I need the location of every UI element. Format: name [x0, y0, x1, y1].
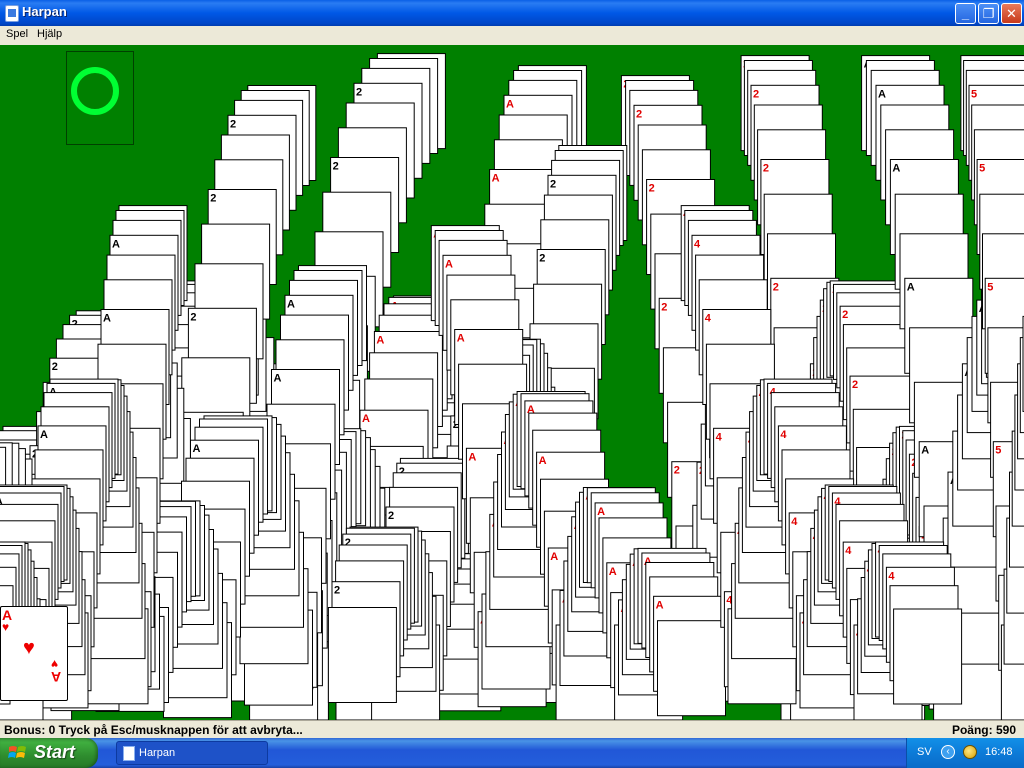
- card-rank-mark: A: [506, 98, 514, 110]
- heart-icon: ♥: [2, 620, 10, 634]
- minimize-button[interactable]: _: [955, 3, 976, 24]
- menu-hjalp[interactable]: Hjälp: [37, 28, 62, 40]
- card-rank-mark: 4: [791, 516, 798, 528]
- card-rank-mark: A: [921, 445, 929, 457]
- card-rank-mark: 4: [845, 545, 852, 557]
- card-rank-mark: 2: [773, 281, 779, 293]
- card-rank-mark: A: [892, 163, 900, 175]
- card-rank-mark: A: [656, 599, 664, 611]
- card-trail-segment: [893, 608, 963, 705]
- card-rank-mark: 5: [987, 281, 993, 293]
- card-rank-mark: A: [287, 298, 295, 310]
- card-rank-mark: 5: [971, 88, 977, 100]
- menu-spel[interactable]: Spel: [6, 28, 28, 40]
- card-rank-mark: A: [468, 451, 476, 463]
- card-rank-mark: 2: [388, 510, 394, 522]
- start-button[interactable]: Start: [0, 738, 98, 768]
- score: Poäng: 590: [951, 723, 1016, 737]
- card-trail-segment: [657, 620, 726, 717]
- card-rank-mark: 4: [888, 570, 895, 582]
- system-tray: SV ‹ 16:48: [906, 738, 1024, 768]
- card-rank-mark: A: [445, 258, 453, 270]
- card-rank-mark: A: [550, 551, 558, 563]
- status-bar: Bonus: 0 Tryck på Esc/musknappen för att…: [0, 720, 1024, 739]
- card-rank-mark: 2: [334, 585, 340, 597]
- card-rank-mark: 2: [842, 309, 848, 321]
- card-trail-segment: [327, 607, 397, 703]
- card-rank-mark: A: [193, 443, 201, 455]
- bonus-status: Bonus: 0 Tryck på Esc/musknappen för att…: [4, 723, 303, 737]
- window-title: Harpan: [22, 4, 67, 19]
- card-rank-mark: A: [40, 429, 48, 441]
- app-icon: [123, 746, 135, 761]
- menu-bar: Spel Hjälp: [0, 26, 1024, 45]
- card-rank-mark: 2: [636, 108, 642, 120]
- card-rank-mark: 4: [716, 431, 723, 443]
- windows-logo-icon: [8, 746, 26, 758]
- bouncing-card: A ♥ ♥ ♥ A: [0, 606, 68, 701]
- card-rank-mark: 2: [190, 311, 196, 323]
- card-rank-mark: 4: [705, 313, 712, 325]
- taskbar-item-label: Harpan: [139, 747, 176, 759]
- language-indicator[interactable]: SV: [917, 746, 932, 758]
- card-rank-mark: 4: [780, 429, 787, 441]
- card-rank-mark: A: [362, 413, 370, 425]
- globe-icon[interactable]: [963, 745, 977, 759]
- card-rank-mark: 2: [852, 379, 858, 391]
- card-rank-mark: A: [597, 506, 605, 518]
- card-rank-mark: 2: [661, 301, 667, 313]
- card-rank-mark: A: [609, 566, 617, 578]
- card-rank-mark: 5: [995, 445, 1001, 457]
- close-button[interactable]: ✕: [1001, 3, 1022, 24]
- game-board[interactable]: 222222222222222222222222222222222222AAAA…: [0, 45, 1024, 720]
- card-rank-mark: 2: [763, 163, 769, 175]
- card-rank-bottom: A: [51, 669, 62, 685]
- card-rank-mark: A: [907, 281, 915, 293]
- taskbar-item-harpan[interactable]: Harpan: [116, 741, 268, 765]
- title-bar[interactable]: Harpan _ ❐ ✕: [0, 0, 1024, 26]
- card-rank-mark: 2: [753, 88, 759, 100]
- bouncing-cards-trails: 222222222222222222222222222222222222AAAA…: [0, 53, 1024, 720]
- card-rank-mark: 2: [550, 178, 556, 190]
- card-rank-mark: 5: [979, 163, 985, 175]
- card-rank-mark: A: [274, 373, 282, 385]
- card-rank-mark: 2: [649, 183, 655, 195]
- card-rank-mark: 2: [52, 361, 58, 373]
- card-rank-mark: 2: [674, 465, 680, 477]
- card-rank-mark: A: [878, 88, 886, 100]
- card-rank-mark: A: [112, 238, 120, 250]
- card-rank-mark: 2: [356, 86, 362, 98]
- card-rank-mark: 2: [210, 193, 216, 205]
- card-rank-mark: A: [457, 333, 465, 345]
- card-rank-mark: A: [492, 173, 500, 185]
- heart-icon: ♥: [23, 637, 35, 659]
- clock: 16:48: [985, 746, 1013, 758]
- card-rank-mark: 2: [230, 118, 236, 130]
- start-label: Start: [34, 742, 76, 762]
- card-rank-mark: 2: [333, 161, 339, 173]
- card-rank-mark: 2: [539, 253, 545, 265]
- card-rank-mark: 4: [694, 238, 701, 250]
- chevron-left-icon[interactable]: ‹: [941, 745, 955, 759]
- taskbar: Start Harpan SV ‹ 16:48: [0, 738, 1024, 768]
- card-rank-mark: A: [539, 455, 547, 467]
- card-rank-mark: A: [376, 335, 384, 347]
- maximize-button[interactable]: ❐: [978, 3, 999, 24]
- card-rank-mark: A: [103, 313, 111, 325]
- app-icon[interactable]: [5, 5, 19, 22]
